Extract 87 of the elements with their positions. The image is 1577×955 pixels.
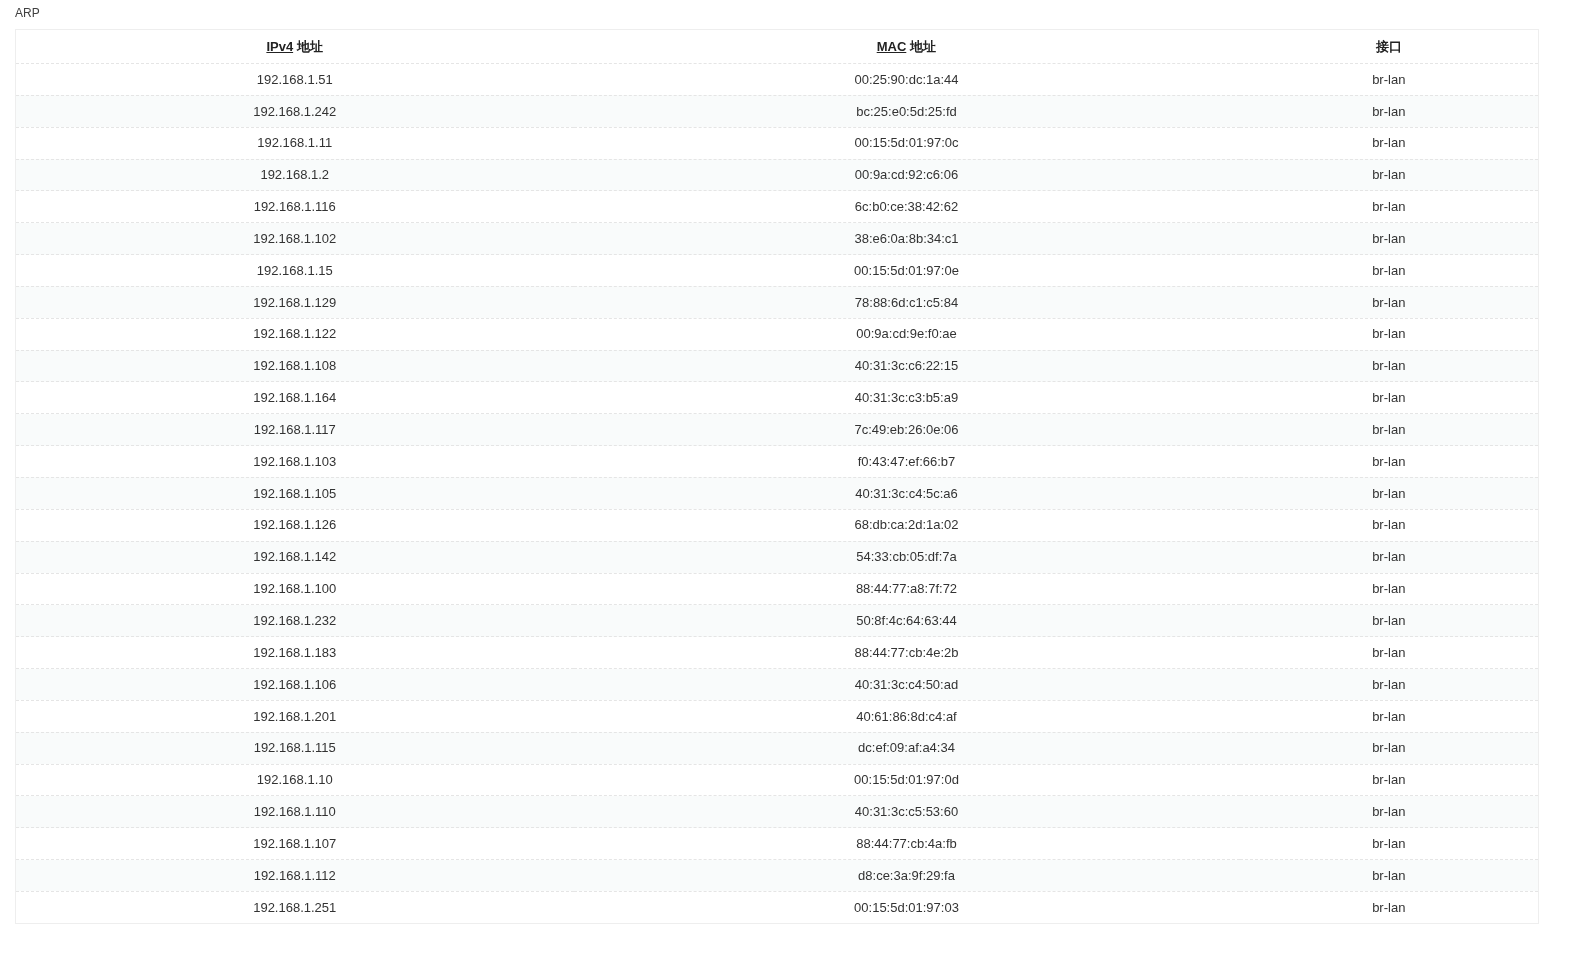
- table-cell: br-lan: [1239, 636, 1539, 669]
- table-cell: 00:15:5d:01:97:03: [573, 891, 1240, 924]
- table-cell: 192.168.1.110: [15, 795, 574, 828]
- table-cell: br-lan: [1239, 541, 1539, 573]
- table-cell: br-lan: [1239, 573, 1539, 605]
- table-cell: 192.168.1.142: [15, 541, 574, 573]
- table-cell: br-lan: [1239, 318, 1539, 351]
- table-cell: 00:15:5d:01:97:0c: [573, 127, 1240, 160]
- table-cell: 68:db:ca:2d:1a:02: [573, 509, 1240, 542]
- table-cell: 192.168.1.103: [15, 445, 574, 478]
- table-cell: 88:44:77:cb:4a:fb: [573, 827, 1240, 860]
- table-cell: 192.168.1.232: [15, 604, 574, 637]
- header-abbreviation: MAC: [876, 38, 907, 54]
- table-cell: 00:25:90:dc:1a:44: [573, 63, 1240, 96]
- table-cell: br-lan: [1239, 827, 1539, 860]
- table-cell: br-lan: [1239, 891, 1539, 924]
- table-cell: 38:e6:0a:8b:34:c1: [573, 222, 1240, 255]
- table-cell: 54:33:cb:05:df:7a: [573, 541, 1240, 573]
- table-cell: br-lan: [1239, 63, 1539, 96]
- table-cell: br-lan: [1239, 795, 1539, 828]
- table-cell: 192.168.1.102: [15, 222, 574, 255]
- table-cell: 192.168.1.117: [15, 413, 574, 446]
- table-cell: 78:88:6d:c1:c5:84: [573, 286, 1240, 319]
- table-cell: 00:9a:cd:9e:f0:ae: [573, 318, 1240, 351]
- table-cell: 88:44:77:a8:7f:72: [573, 573, 1240, 605]
- table-cell: 7c:49:eb:26:0e:06: [573, 413, 1240, 446]
- table-cell: dc:ef:09:af:a4:34: [573, 732, 1240, 765]
- header-label: 地址: [297, 38, 324, 54]
- table-cell: br-lan: [1239, 286, 1539, 319]
- table-cell: 192.168.1.2: [15, 159, 574, 191]
- table-cell: br-lan: [1239, 700, 1539, 733]
- table-cell: 40:31:3c:c4:50:ad: [573, 668, 1240, 701]
- table-cell: 40:31:3c:c6:22:15: [573, 350, 1240, 382]
- table-cell: br-lan: [1239, 764, 1539, 796]
- table-cell: 192.168.1.108: [15, 350, 574, 382]
- table-cell: f0:43:47:ef:66:b7: [573, 445, 1240, 478]
- table-cell: 192.168.1.183: [15, 636, 574, 669]
- table-cell: br-lan: [1239, 413, 1539, 446]
- table-cell: 40:31:3c:c4:5c:a6: [573, 477, 1240, 510]
- table-cell: br-lan: [1239, 127, 1539, 160]
- table-cell: 192.168.1.115: [15, 732, 574, 765]
- table-cell: 192.168.1.201: [15, 700, 574, 733]
- table-cell: br-lan: [1239, 159, 1539, 191]
- table-cell: 40:61:86:8d:c4:af: [573, 700, 1240, 733]
- table-cell: br-lan: [1239, 95, 1539, 128]
- table-cell: 192.168.1.10: [15, 764, 574, 796]
- table-cell: 192.168.1.242: [15, 95, 574, 128]
- table-cell: br-lan: [1239, 604, 1539, 637]
- table-cell: 192.168.1.116: [15, 190, 574, 223]
- table-cell: 192.168.1.107: [15, 827, 574, 860]
- table-cell: br-lan: [1239, 668, 1539, 701]
- table-cell: 192.168.1.15: [15, 254, 574, 287]
- table-cell: 192.168.1.106: [15, 668, 574, 701]
- table-cell: br-lan: [1239, 254, 1539, 287]
- header-label: 地址: [910, 38, 937, 54]
- table-cell: 00:9a:cd:92:c6:06: [573, 159, 1240, 191]
- table-cell: 40:31:3c:c3:b5:a9: [573, 381, 1240, 414]
- table-cell: 192.168.1.122: [15, 318, 574, 351]
- table-cell: br-lan: [1239, 477, 1539, 510]
- table-cell: br-lan: [1239, 509, 1539, 542]
- table-cell: 88:44:77:cb:4e:2b: [573, 636, 1240, 669]
- table-cell: 00:15:5d:01:97:0d: [573, 764, 1240, 796]
- table-cell: bc:25:e0:5d:25:fd: [573, 95, 1240, 128]
- table-cell: 6c:b0:ce:38:42:62: [573, 190, 1240, 223]
- table-cell: 192.168.1.100: [15, 573, 574, 605]
- table-cell: 192.168.1.164: [15, 381, 574, 414]
- table-cell: br-lan: [1239, 222, 1539, 255]
- table-cell: 00:15:5d:01:97:0e: [573, 254, 1240, 287]
- table-cell: d8:ce:3a:9f:29:fa: [573, 859, 1240, 892]
- table-cell: 40:31:3c:c5:53:60: [573, 795, 1240, 828]
- table-cell: 192.168.1.251: [15, 891, 574, 924]
- table-cell: br-lan: [1239, 445, 1539, 478]
- section-title: ARP: [15, 5, 40, 22]
- table-cell: 192.168.1.129: [15, 286, 574, 319]
- table-cell: 50:8f:4c:64:63:44: [573, 604, 1240, 637]
- table-cell: 192.168.1.112: [15, 859, 574, 892]
- table-cell: br-lan: [1239, 190, 1539, 223]
- header-abbreviation: IPv4: [266, 38, 294, 54]
- table-cell: br-lan: [1239, 381, 1539, 414]
- table-cell: br-lan: [1239, 859, 1539, 892]
- table-cell: 192.168.1.126: [15, 509, 574, 542]
- table-cell: br-lan: [1239, 732, 1539, 765]
- table-cell: 192.168.1.51: [15, 63, 574, 96]
- table-cell: 192.168.1.105: [15, 477, 574, 510]
- column-header: 接口: [1239, 29, 1539, 64]
- table-cell: 192.168.1.11: [15, 127, 574, 160]
- table-cell: br-lan: [1239, 350, 1539, 382]
